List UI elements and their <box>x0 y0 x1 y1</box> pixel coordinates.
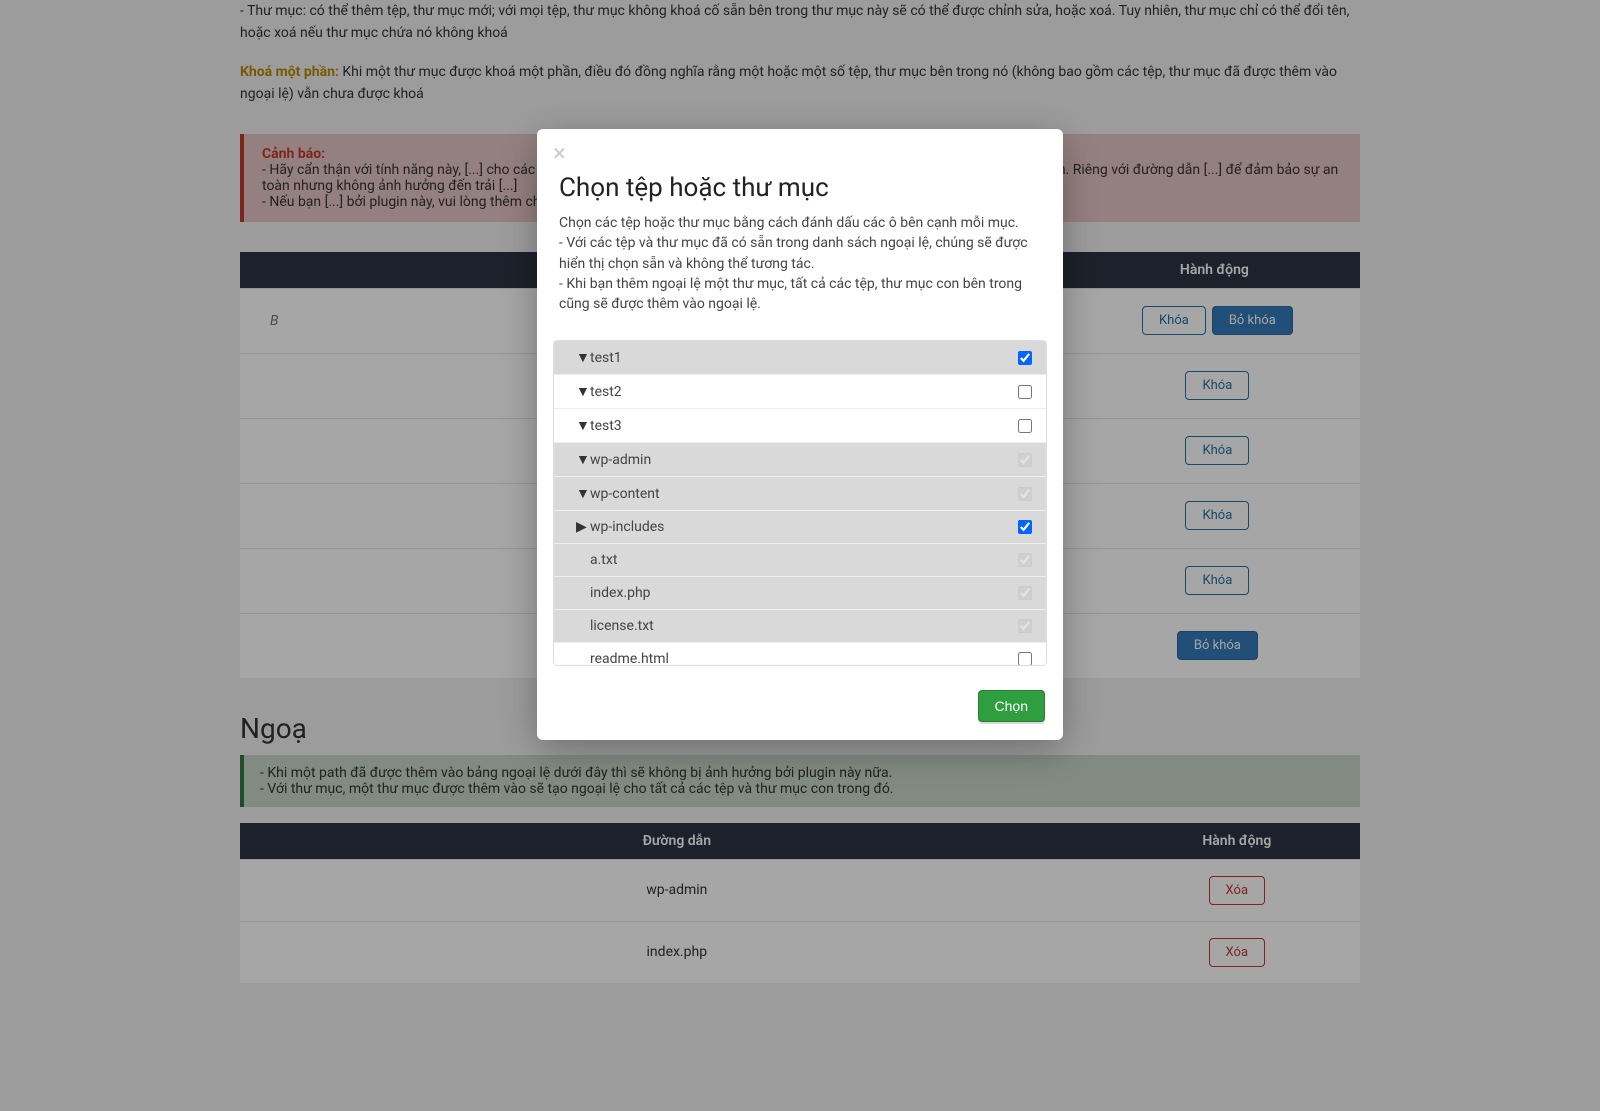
tree-item-label: test3 <box>590 418 622 434</box>
tree-item-label: wp-admin <box>590 452 651 468</box>
tree-item[interactable]: ▶wp-includes <box>554 510 1046 543</box>
file-tree[interactable]: ▼test1▼test2▼test3▼wp-admin▼wp-content▶w… <box>553 340 1047 666</box>
tree-item-label: index.php <box>590 585 651 601</box>
tree-item[interactable]: readme.html <box>554 642 1046 666</box>
modal-title: Chọn tệp hoặc thư mục <box>559 173 1041 203</box>
tree-item-checkbox <box>1018 487 1032 501</box>
modal-desc-line: - Với các tệp và thư mục đã có sẵn trong… <box>559 233 1041 274</box>
chevron-down-icon[interactable]: ▼ <box>576 349 588 366</box>
tree-item-label: test1 <box>590 350 622 366</box>
tree-item-checkbox[interactable] <box>1018 385 1032 399</box>
tree-item[interactable]: ▼test2 <box>554 374 1046 408</box>
tree-item-label: readme.html <box>590 651 669 666</box>
tree-item-label: wp-includes <box>590 519 664 535</box>
tree-item-label: wp-content <box>590 486 660 502</box>
tree-item[interactable]: ▼test1 <box>554 341 1046 374</box>
tree-item-checkbox <box>1018 553 1032 567</box>
modal-desc-line: Chọn các tệp hoặc thư mục bằng cách đánh… <box>559 213 1041 233</box>
modal-desc-line: - Khi bạn thêm ngoại lệ một thư mục, tất… <box>559 274 1041 315</box>
chevron-down-icon[interactable]: ▼ <box>576 383 588 400</box>
choose-button[interactable]: Chọn <box>978 690 1045 722</box>
tree-item-label: license.txt <box>590 618 654 634</box>
close-icon[interactable]: × <box>553 141 566 165</box>
tree-item-label: a.txt <box>590 552 617 568</box>
tree-item-checkbox[interactable] <box>1018 351 1032 365</box>
file-picker-modal: × Chọn tệp hoặc thư mục Chọn các tệp hoặ… <box>537 129 1063 740</box>
chevron-down-icon[interactable]: ▼ <box>576 485 588 502</box>
tree-item-checkbox[interactable] <box>1018 652 1032 666</box>
tree-item[interactable]: index.php <box>554 576 1046 609</box>
modal-description: Chọn các tệp hoặc thư mục bằng cách đánh… <box>559 213 1041 314</box>
tree-item[interactable]: ▼wp-admin <box>554 442 1046 476</box>
tree-item-checkbox[interactable] <box>1018 520 1032 534</box>
tree-item-checkbox <box>1018 586 1032 600</box>
tree-item-checkbox <box>1018 619 1032 633</box>
tree-item-checkbox <box>1018 453 1032 467</box>
chevron-down-icon[interactable]: ▼ <box>576 417 588 434</box>
chevron-right-icon[interactable]: ▶ <box>576 519 588 535</box>
tree-item[interactable]: ▼test3 <box>554 408 1046 442</box>
tree-item-label: test2 <box>590 384 622 400</box>
tree-item[interactable]: ▼wp-content <box>554 476 1046 510</box>
tree-item[interactable]: a.txt <box>554 543 1046 576</box>
tree-item-checkbox[interactable] <box>1018 419 1032 433</box>
tree-item[interactable]: license.txt <box>554 609 1046 642</box>
chevron-down-icon[interactable]: ▼ <box>576 451 588 468</box>
